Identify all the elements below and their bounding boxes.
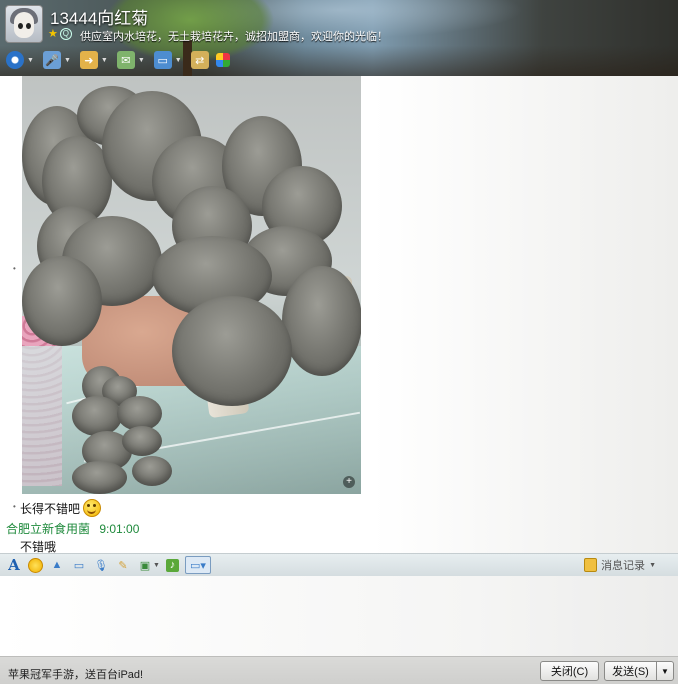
chevron-down-icon: ▼ [661, 666, 669, 676]
send-options-dropdown[interactable]: ▼ [656, 661, 674, 681]
ad-link[interactable]: 苹果冠军手游，送百台iPad! [8, 666, 143, 682]
message-text: 不错哦 [20, 540, 57, 553]
message-text: 长得不错吧 [20, 501, 81, 516]
screenshot-icon[interactable]: ▭▾ [184, 556, 211, 574]
message-input[interactable] [0, 576, 678, 656]
input-toolbar: A ▲ ▭ 🎙 ✎ ▣ ▼ ♪ ▭▾ 消息记录 ▼ [0, 553, 678, 577]
screen-icon[interactable]: ▭ [153, 51, 172, 69]
chat-header: 13444向红菊 ★ Q 供应室内水培花，无土栽培花卉，诚招加盟商，欢迎你的光临… [0, 0, 678, 76]
folder-icon[interactable]: ➜ [79, 51, 98, 69]
status-icon: Q [59, 28, 72, 40]
bullet-icon: • [13, 264, 16, 273]
chevron-down-icon[interactable]: ▼ [27, 57, 34, 64]
close-button[interactable]: 关闭(C) [540, 661, 599, 681]
history-icon [584, 558, 598, 572]
message-time: 9:01:00 [99, 522, 140, 536]
contact-avatar[interactable] [5, 5, 43, 43]
voice-message-icon[interactable]: 🎙 [93, 557, 109, 573]
edit-icon[interactable]: ✎ [115, 557, 131, 573]
message-history-button[interactable]: 消息记录 ▼ [584, 557, 656, 573]
mic-icon[interactable]: 🎤 [42, 51, 61, 69]
chevron-down-icon[interactable]: ▼ [175, 57, 182, 64]
chevron-down-icon[interactable]: ▼ [101, 57, 108, 64]
apps-icon[interactable] [215, 53, 230, 67]
contact-name: 13444向红菊 [50, 9, 149, 28]
star-icon: ★ [48, 28, 58, 40]
chevron-down-icon[interactable]: ▼ [138, 57, 145, 64]
sender-name: 合肥立新食用菌 [6, 522, 91, 536]
chat-history[interactable]: • + • 长得不错吧 合肥立新食用菌 9:01:00 不错哦 [0, 76, 678, 553]
message-sender-line: 合肥立新食用菌 9:01:00 [6, 520, 139, 537]
history-label: 消息记录 [601, 560, 646, 572]
transfer-icon[interactable]: ⇄ [190, 51, 209, 69]
bullet-icon: • [13, 502, 16, 511]
message-icon[interactable]: ✉ [116, 51, 135, 69]
contact-signature: 供应室内水培花，无土栽培花卉，诚招加盟商，欢迎你的光临！ [80, 31, 388, 43]
video-icon[interactable] [6, 51, 24, 69]
send-button[interactable]: 发送(S) [604, 661, 657, 681]
shake-icon[interactable]: ▲ [49, 557, 65, 573]
chevron-down-icon[interactable]: ▼ [64, 57, 71, 64]
chat-image[interactable]: + [22, 76, 361, 494]
chevron-down-icon[interactable]: ▼ [153, 562, 160, 569]
image-icon[interactable]: ▣ [137, 557, 153, 573]
music-icon[interactable]: ♪ [165, 558, 179, 572]
bottom-bar: 苹果冠军手游，送百台iPad! 关闭(C) 发送(S) ▼ [0, 656, 678, 684]
font-icon[interactable]: A [6, 556, 22, 574]
message-row: 长得不错吧 [20, 499, 102, 517]
chevron-down-icon[interactable]: ▼ [649, 562, 656, 569]
emoji-icon[interactable] [28, 557, 43, 573]
smile-emoji-icon [83, 499, 102, 517]
header-toolbar: ▼ 🎤 ▼ ➜ ▼ ✉ ▼ ▭ ▼ ⇄ [6, 51, 230, 69]
expand-icon[interactable]: + [343, 476, 355, 488]
video-call-icon[interactable]: ▭ [71, 557, 87, 573]
